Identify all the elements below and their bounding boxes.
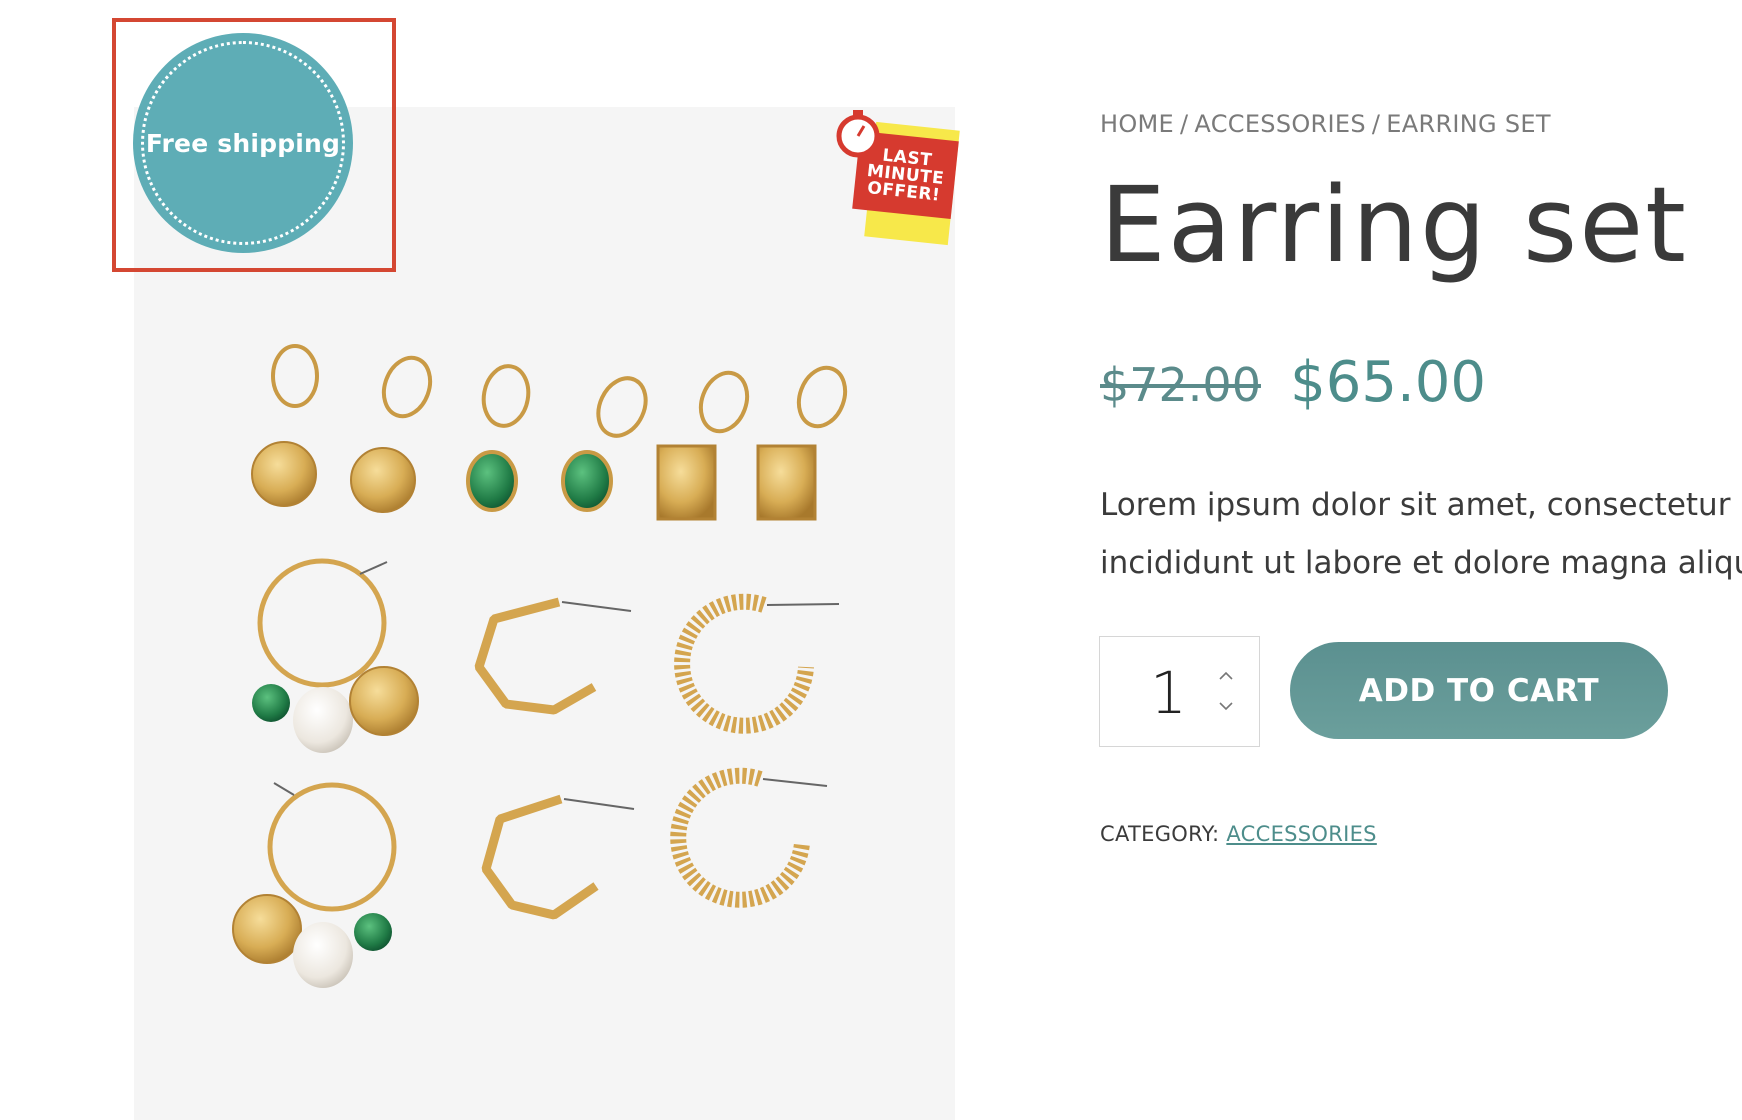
price-row: $72.00 $65.00	[1100, 350, 1486, 415]
product-description: Lorem ipsum dolor sit amet, consectetur …	[1100, 476, 1742, 606]
charm-hoop-earring-1	[252, 558, 419, 753]
twisted-hoop-earring-2	[670, 767, 828, 908]
coin-earring-2	[350, 355, 433, 513]
product-title: Earring set	[1100, 164, 1688, 286]
add-to-cart-button[interactable]: ADD TO CART	[1290, 642, 1668, 739]
square-charm-earring-1	[656, 370, 750, 521]
quantity-value[interactable]: 1	[1150, 659, 1187, 727]
chevron-down-icon[interactable]	[1216, 699, 1236, 713]
charm-hoop-earring-2	[232, 782, 397, 988]
chevron-up-icon[interactable]	[1216, 669, 1236, 683]
breadcrumb-accessories-link[interactable]: ACCESSORIES	[1194, 110, 1366, 138]
description-line-1: Lorem ipsum dolor sit amet, consectetur …	[1100, 487, 1742, 523]
category-link[interactable]: ACCESSORIES	[1226, 822, 1376, 846]
octagon-hoop-earring-1	[474, 597, 632, 715]
coin-earring-1	[251, 344, 319, 507]
breadcrumb-current: EARRING SET	[1386, 110, 1551, 138]
green-stone-earring-2	[561, 376, 648, 512]
free-shipping-label: Free shipping	[145, 128, 341, 158]
twisted-hoop-earring-1	[674, 593, 840, 734]
green-stone-earring-1	[466, 364, 531, 512]
description-line-2: incididunt ut labore et dolore magna ali…	[1100, 545, 1742, 581]
product-category: CATEGORY: ACCESSORIES	[1100, 822, 1377, 846]
last-minute-offer-badge: LAST MINUTE OFFER!	[834, 106, 960, 246]
square-charm-earring-2	[756, 365, 848, 521]
breadcrumb-home-link[interactable]: HOME	[1100, 110, 1174, 138]
sale-price: $65.00	[1290, 350, 1487, 415]
category-label: CATEGORY:	[1100, 822, 1220, 846]
quantity-stepper[interactable]: 1	[1099, 636, 1260, 747]
breadcrumb-separator: /	[1371, 110, 1381, 138]
breadcrumb: HOME / ACCESSORIES / EARRING SET	[1100, 110, 1551, 138]
free-shipping-badge: Free shipping	[133, 33, 353, 253]
breadcrumb-separator: /	[1180, 110, 1189, 138]
original-price: $72.00	[1100, 358, 1261, 412]
stopwatch-icon	[836, 110, 880, 158]
octagon-hoop-earring-2	[481, 794, 635, 920]
